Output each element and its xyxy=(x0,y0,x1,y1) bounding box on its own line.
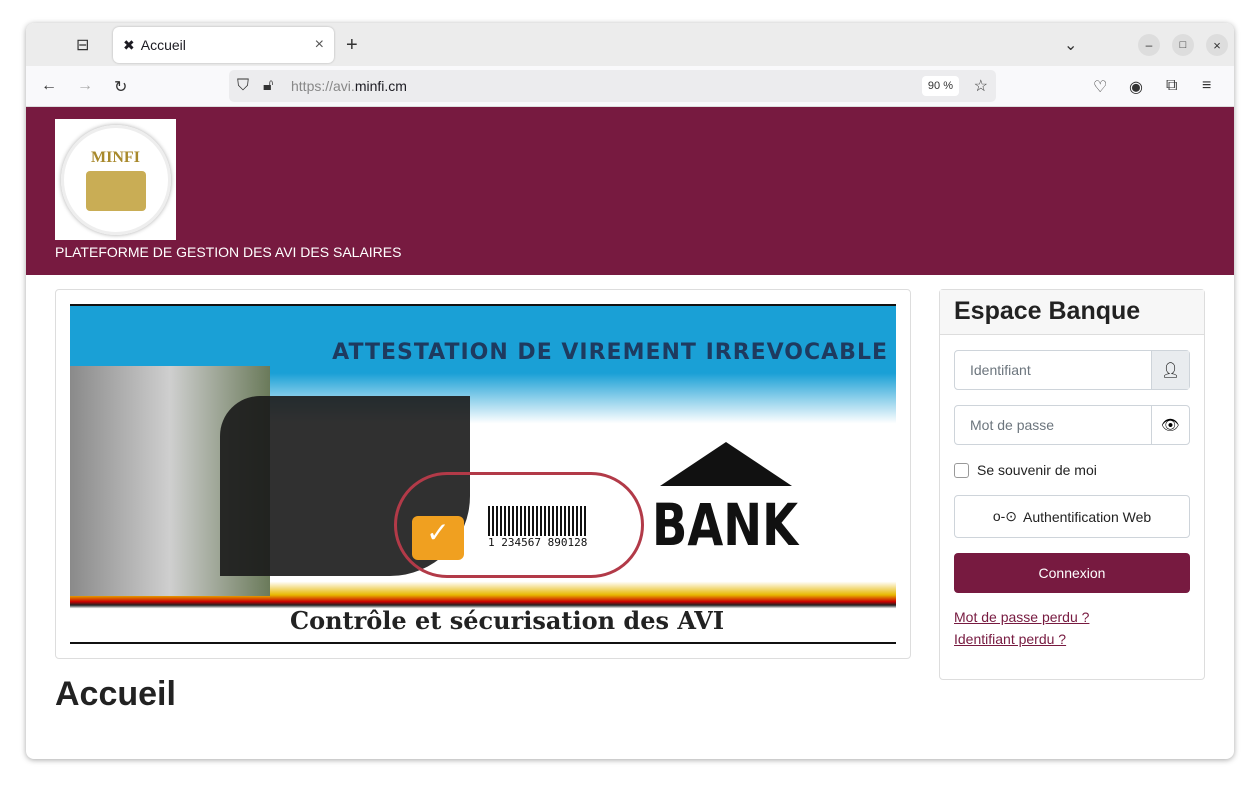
webauth-label: Authentification Web xyxy=(1023,508,1152,525)
account-icon[interactable]: ◉ xyxy=(1129,77,1143,97)
barcode: 1 234567 890128 xyxy=(488,506,588,549)
padlock-icon: ✓ xyxy=(412,516,464,560)
list-tabs-chevron-icon[interactable]: ⌄ xyxy=(1064,35,1077,55)
joomla-favicon-icon: ✖ xyxy=(123,36,135,53)
zoom-level-button[interactable]: 90 % xyxy=(921,76,959,96)
bookmark-star-icon[interactable]: ☆ xyxy=(974,76,988,96)
shield-icon[interactable]: ⛉ xyxy=(237,77,249,95)
tab-title: Accueil xyxy=(140,37,186,53)
close-tab-icon[interactable]: × xyxy=(315,36,324,54)
tab-overview-icon[interactable]: ⊟ xyxy=(76,35,89,55)
banner-headline: ATTESTATION DE VIREMENT IRREVOCABLE xyxy=(332,340,888,365)
forward-icon[interactable]: → xyxy=(77,77,93,95)
remember-me-label: Se souvenir de moi xyxy=(977,462,1097,478)
bank-label: BANK xyxy=(652,491,799,559)
username-group: 👤︎ xyxy=(954,350,1190,390)
checkbox[interactable] xyxy=(954,462,969,478)
password-input[interactable] xyxy=(955,406,1151,444)
user-icon: 👤︎ xyxy=(1151,351,1189,389)
browser-window: ⊟ ✖ Accueil × + ⌄ – □ × ← → ↻ ⛉ 🔓︎ https… xyxy=(26,23,1234,759)
new-tab-icon[interactable]: + xyxy=(346,34,358,57)
tab-accueil[interactable]: ✖ Accueil × xyxy=(113,27,334,63)
username-input[interactable] xyxy=(955,351,1151,389)
back-icon[interactable]: ← xyxy=(41,77,57,95)
banner-card: ATTESTATION DE VIREMENT IRREVOCABLE ✓ 1 … xyxy=(55,289,911,659)
reload-icon[interactable]: ↻ xyxy=(114,77,127,97)
close-window-icon[interactable]: × xyxy=(1206,34,1228,56)
passkey-icon: o-⊙ xyxy=(992,508,1018,524)
minimize-icon[interactable]: – xyxy=(1138,34,1160,56)
avi-banner-image: ATTESTATION DE VIREMENT IRREVOCABLE ✓ 1 … xyxy=(70,304,896,644)
password-group: 👁︎ xyxy=(954,405,1190,445)
login-card: Espace Banque 👤︎ 👁︎ Se souvenir de moi o… xyxy=(939,289,1205,680)
url-bar[interactable]: ⛉ 🔓︎ https://avi. minfi.cm 90 % ☆ xyxy=(229,70,996,102)
show-password-eye-icon[interactable]: 👁︎ xyxy=(1151,406,1189,444)
banner-caption: Contrôle et sécurisation des AVI xyxy=(290,606,725,635)
menu-icon[interactable]: ≡ xyxy=(1202,77,1211,95)
pocket-icon[interactable]: ♡ xyxy=(1093,77,1107,97)
remember-me-checkbox[interactable]: Se souvenir de moi xyxy=(954,462,1097,478)
insecure-lock-icon[interactable]: 🔓︎ xyxy=(263,77,273,95)
page-title: Accueil xyxy=(55,675,176,713)
bank-roof-icon xyxy=(660,442,792,486)
url-prefix: https://avi. xyxy=(291,78,355,94)
extensions-icon[interactable]: ⧉ xyxy=(1166,77,1177,95)
connexion-button[interactable]: Connexion xyxy=(954,553,1190,593)
site-header: MINFI PLATEFORME DE GESTION DES AVI DES … xyxy=(26,107,1234,275)
web-authentication-button[interactable]: o-⊙ Authentification Web xyxy=(954,495,1190,538)
lost-username-link[interactable]: Identifiant perdu ? xyxy=(954,631,1066,647)
nav-bar: ← → ↻ ⛉ 🔓︎ https://avi. minfi.cm 90 % ☆ ♡… xyxy=(26,66,1234,107)
platform-title: PLATEFORME DE GESTION DES AVI DES SALAIR… xyxy=(55,244,402,260)
maximize-icon[interactable]: □ xyxy=(1172,34,1194,56)
minfi-logo[interactable]: MINFI xyxy=(55,119,176,240)
tab-bar: ⊟ ✖ Accueil × + ⌄ – □ × xyxy=(26,23,1234,66)
url-domain: minfi.cm xyxy=(354,78,407,94)
login-title: Espace Banque xyxy=(940,290,1204,335)
lost-password-link[interactable]: Mot de passe perdu ? xyxy=(954,609,1089,625)
